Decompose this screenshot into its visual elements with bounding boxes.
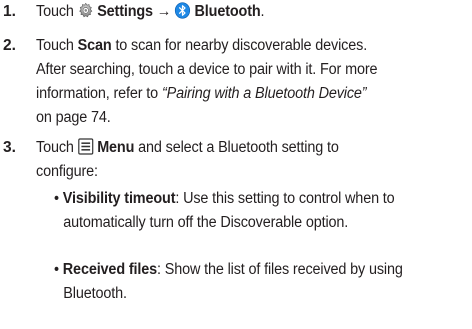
touch-word: Touch [36,3,74,20]
bullet-text: • Visibility timeout: Use this setting t… [54,190,395,231]
bluetooth-icon [175,2,191,19]
step-number: 3. [3,139,16,156]
step-number: 2. [3,37,16,54]
cross-reference: “Pairing with a Bluetooth Device” [161,85,367,102]
scan-label: Scan [77,37,112,54]
bullet-term: Received files [62,261,157,278]
bullet-marker: • [54,190,59,207]
bullet-text: • Received files: Show the list of files… [54,261,403,302]
step-text: Touch Settings → Bluetooth. [36,2,265,20]
bullet-marker: • [54,261,59,278]
step-text: Touch Menu and select a Bluetooth settin… [36,138,339,180]
instruction-page: 1. Touch Settings → Bluetooth. 2. Touch … [0,0,472,329]
gear-icon [78,2,94,19]
menu-icon [78,138,94,155]
bullet-term: Visibility timeout [62,190,176,207]
step-number: 1. [3,3,16,20]
settings-label: Settings [97,3,153,20]
menu-label: Menu [97,139,135,156]
bluetooth-label: Bluetooth [194,3,261,20]
step-text: Touch Scan to scan for nearby discoverab… [36,37,378,126]
arrow: → [156,3,172,20]
